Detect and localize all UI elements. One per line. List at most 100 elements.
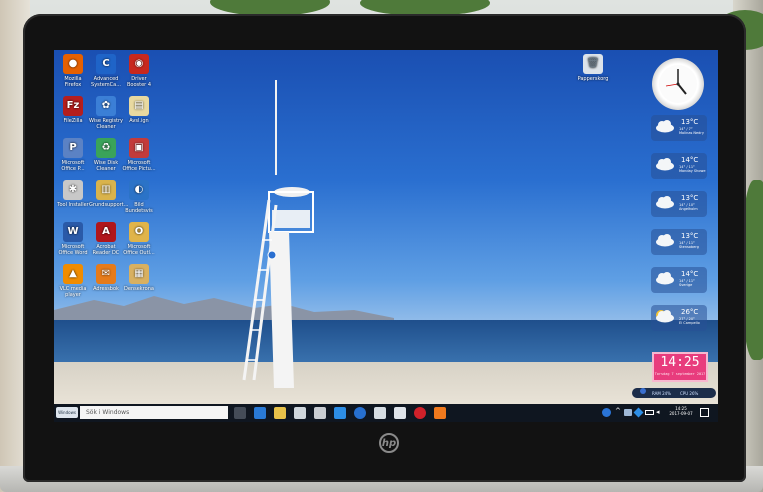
weather-gadget[interactable]: 26°C 27° / 20° El Campello [651, 305, 707, 331]
weather-details: 14° / 7° Molinas Nedry [679, 127, 704, 135]
dropbox-tray-icon[interactable] [633, 407, 644, 418]
desktop-icon[interactable]: W Microsoft Office Word [56, 222, 90, 256]
app-icon: ◐ [129, 180, 149, 200]
weather-details: 14° / 10° Angelholm [679, 203, 698, 211]
edge-icon[interactable] [254, 407, 266, 419]
weather-details: 14° / 11° Stensoberg [679, 241, 699, 249]
start-label: Windows [58, 410, 76, 415]
desktop-icon-label: Mozilla Firefox [64, 76, 82, 88]
desktop-icon[interactable]: ✱ Tool Installer [56, 180, 90, 208]
desktop-icon[interactable]: ♻ Wise Disk Cleaner [89, 138, 123, 172]
cloud-icon [656, 234, 674, 247]
desktop-icon[interactable]: ◐ Bild Bundetsvis [122, 180, 156, 214]
weather-temp: 26°C [681, 308, 699, 316]
hp-logo: hp [379, 433, 399, 453]
recycle-bin-label: Papperskorg [577, 76, 609, 82]
desktop-icon-label: Microsoft Office Pictu... [122, 160, 156, 172]
mail-icon[interactable] [394, 407, 406, 419]
battery-icon[interactable] [645, 410, 654, 415]
meter-ram: RAM 24% [652, 391, 671, 396]
desktop-icon-label: Wise Disk Cleaner [93, 160, 119, 172]
weather-place: El Campello [679, 321, 700, 325]
app-icon[interactable] [434, 407, 446, 419]
sun-cloud-icon [656, 310, 674, 323]
desktop-icon[interactable]: O Microsoft Office Outl... [122, 222, 156, 256]
chevron-up-icon[interactable]: ^ [615, 407, 621, 415]
network-icon[interactable] [624, 409, 632, 416]
desktop-icon-label: FileZilla [63, 118, 83, 124]
recycle-bin[interactable]: 🗑 Papperskorg [576, 54, 610, 82]
notification-icon[interactable] [700, 408, 709, 417]
cloud-icon [656, 196, 674, 209]
desktop-icon-label: Microsoft Office Outl... [123, 244, 155, 256]
desktop-icon[interactable]: ▥ Grundsupport... [89, 180, 128, 208]
app-icon: ▤ [129, 96, 149, 116]
volume-icon[interactable]: ◂ [656, 408, 660, 416]
weather-place: Stensoberg [679, 245, 699, 249]
digital-clock-gadget[interactable]: 14:25 Torsdag 7 september 2017 [652, 352, 708, 382]
weather-temp: 13°C [681, 232, 699, 240]
desktop-icon[interactable]: ✉ Adressbok [89, 264, 123, 292]
taskbar-search-input[interactable]: Sök i Windows [80, 406, 228, 419]
wallpaper-sand [54, 362, 718, 408]
weather-temp: 13°C [681, 194, 699, 202]
desktop-icon[interactable]: Fz FileZilla [56, 96, 90, 124]
desktop-icon-label: VLC media player [59, 286, 87, 298]
advanced-systemcare-icon[interactable] [354, 407, 366, 419]
account-icon[interactable] [602, 408, 611, 417]
desktop-icon-label: Avsl.ign [129, 118, 149, 124]
app-icon: ● [63, 54, 83, 74]
start-button[interactable]: Windows [56, 407, 78, 418]
system-meter-gadget[interactable]: RAM 24% CPU 26% [632, 388, 716, 398]
weather-place: Monday Showe [679, 169, 706, 173]
app-icon: W [63, 222, 83, 242]
desktop-icon[interactable]: ● Mozilla Firefox [56, 54, 90, 88]
desktop-icon[interactable]: ▦ Densekrona [122, 264, 156, 292]
desktop-icon[interactable]: ◉ Driver Booster 4 [122, 54, 156, 88]
app-icon: ✿ [96, 96, 116, 116]
weather-place: Angelholm [679, 207, 698, 211]
desktop-icon[interactable]: ▤ Avsl.ign [122, 96, 156, 124]
cloud-icon [656, 272, 674, 285]
store-icon[interactable] [294, 407, 306, 419]
app-icon: ✱ [63, 180, 83, 200]
weather-gadget[interactable]: 14°C 14° / 11° Sverige [651, 267, 707, 293]
weather-details: 14° / 11° Sverige [679, 279, 695, 287]
task-view-icon[interactable] [234, 407, 246, 419]
weather-temp: 14°C [681, 156, 699, 164]
opera-icon[interactable] [414, 407, 426, 419]
app-icon: ▲ [63, 264, 83, 284]
app-icon: ♻ [96, 138, 116, 158]
taskbar-clock[interactable]: 14:25 2017-09-07 [666, 406, 696, 416]
app-icon: P [63, 138, 83, 158]
search-placeholder: Sök i Windows [86, 409, 130, 416]
calculator-icon[interactable] [314, 407, 326, 419]
desktop-icon[interactable]: C Advanced SystemCa... [89, 54, 123, 88]
file-explorer-icon[interactable] [274, 407, 286, 419]
digital-clock-date: Torsdag 7 september 2017 [654, 372, 706, 376]
desktop-screen: ● Mozilla Firefox C Advanced SystemCa... ◉ Dr… [54, 50, 718, 422]
weather-gadget[interactable]: 13°C 14° / 10° Angelholm [651, 191, 707, 217]
app-icon: ✉ [96, 264, 116, 284]
messaging-icon[interactable] [374, 407, 386, 419]
weather-place: Sverige [679, 283, 693, 287]
desktop-icon-label: Tool Installer [57, 202, 89, 208]
app-icon: ▦ [129, 264, 149, 284]
desktop-icon-label: Driver Booster 4 [126, 76, 152, 88]
desktop-icon[interactable]: ▲ VLC media player [56, 264, 90, 298]
wallpaper-lifeguard-tower [242, 80, 314, 388]
app-icon: A [96, 222, 116, 242]
desktop-icon[interactable]: A Acrobat Reader DC [89, 222, 123, 256]
desktop-icon[interactable]: ▣ Microsoft Office Pictu... [122, 138, 156, 172]
desktop-icon[interactable]: P Microsoft Office P... [56, 138, 90, 172]
desktop-icon-label: Acrobat Reader DC [92, 244, 120, 256]
taskbar: Windows Sök i Windows ^ ◂ 14:25 2017-09-… [54, 404, 718, 422]
weather-details: 14° / 11° Monday Showe [679, 165, 706, 173]
desktop-icon[interactable]: ✿ Wise Registry Cleaner [89, 96, 123, 130]
weather-gadget[interactable]: 14°C 14° / 11° Monday Showe [651, 153, 707, 179]
dropbox-icon[interactable] [334, 407, 346, 419]
analog-clock-gadget[interactable] [652, 58, 704, 110]
weather-gadget[interactable]: 13°C 14° / 11° Stensoberg [651, 229, 707, 255]
weather-gadget[interactable]: 13°C 14° / 7° Molinas Nedry [651, 115, 707, 141]
desktop-icon-label: Microsoft Office Word [58, 244, 88, 256]
